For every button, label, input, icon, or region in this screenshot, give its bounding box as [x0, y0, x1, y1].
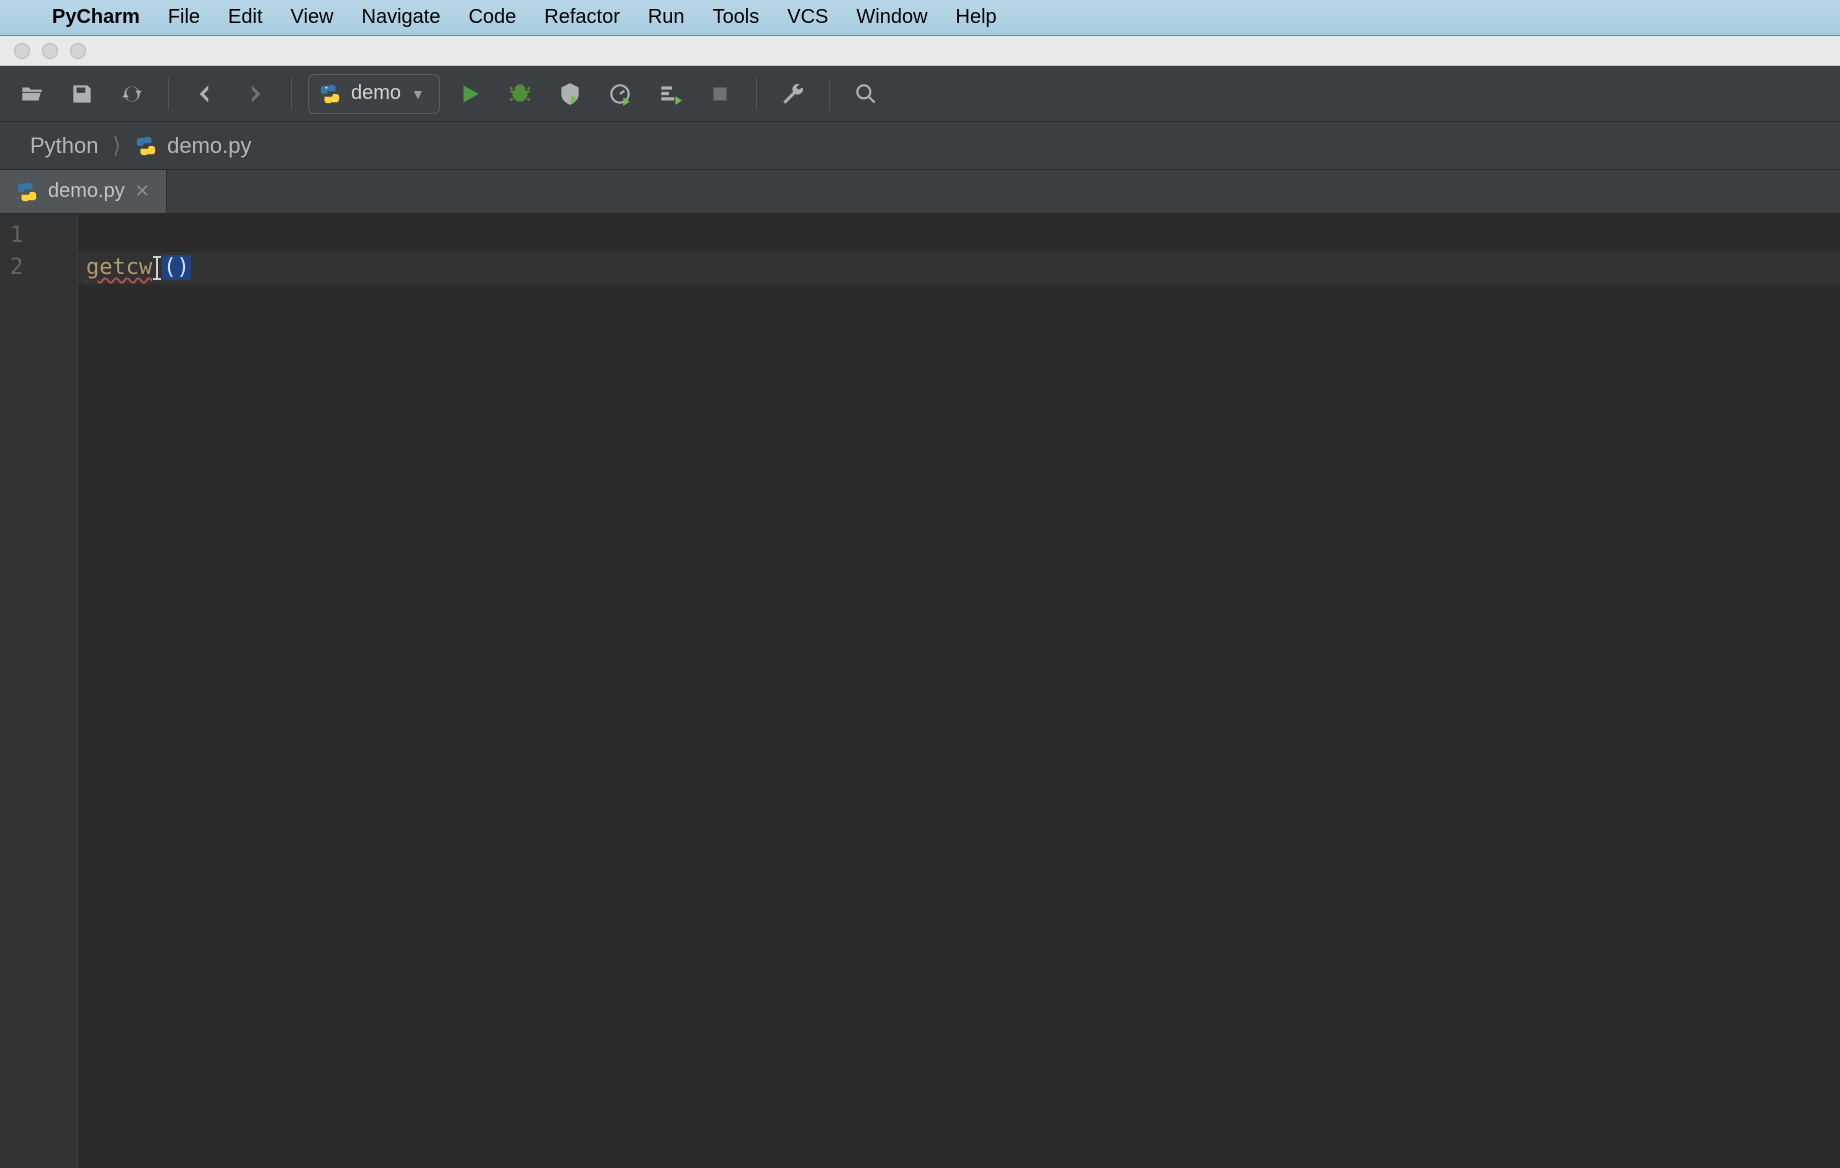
code-line[interactable] [78, 220, 1840, 252]
concurrency-button[interactable] [650, 74, 690, 114]
separator [756, 78, 757, 110]
debug-button[interactable] [500, 74, 540, 114]
breadcrumb-root-label: Python [30, 133, 99, 159]
search-icon [853, 81, 879, 107]
main-toolbar: demo ▼ [0, 66, 1840, 122]
stop-icon [707, 81, 733, 107]
traffic-zoom-icon[interactable] [70, 43, 86, 59]
separator [291, 78, 292, 110]
arrow-left-icon [192, 81, 218, 107]
menu-file[interactable]: File [168, 6, 200, 29]
run-coverage-button[interactable] [550, 74, 590, 114]
play-icon [457, 81, 483, 107]
code-line[interactable]: getcw () [78, 252, 1840, 284]
search-everywhere-button[interactable] [846, 74, 886, 114]
save-icon [69, 81, 95, 107]
menu-refactor[interactable]: Refactor [544, 6, 620, 29]
editor-content[interactable]: getcw () [78, 214, 1840, 1168]
nav-forward-button[interactable] [235, 74, 275, 114]
app-menu[interactable]: PyCharm [52, 6, 140, 29]
nav-back-button[interactable] [185, 74, 225, 114]
separator [829, 78, 830, 110]
settings-button[interactable] [773, 74, 813, 114]
menu-code[interactable]: Code [468, 6, 516, 29]
breadcrumb-file-label: demo.py [167, 133, 251, 159]
text-caret-icon [150, 256, 164, 280]
breadcrumb-root[interactable]: Python [20, 129, 109, 163]
code-token-func: getcw [86, 255, 152, 280]
line-number: 2 [0, 252, 77, 284]
editor-gutter: 1 2 [0, 214, 78, 1168]
chevron-down-icon: ▼ [411, 86, 425, 102]
editor-tab[interactable]: demo.py ✕ [0, 170, 167, 213]
menu-view[interactable]: View [291, 6, 334, 29]
stop-button[interactable] [700, 74, 740, 114]
folder-open-icon [19, 81, 45, 107]
separator [168, 78, 169, 110]
profiler-icon [607, 81, 633, 107]
profile-button[interactable] [600, 74, 640, 114]
sync-button[interactable] [112, 74, 152, 114]
coverage-icon [557, 81, 583, 107]
breadcrumb: Python ⟩ demo.py [0, 122, 1840, 170]
breadcrumb-file[interactable]: demo.py [125, 129, 261, 163]
line-number: 1 [0, 220, 77, 252]
code-token-parens: () [162, 255, 191, 280]
traffic-close-icon[interactable] [14, 43, 30, 59]
macos-menubar: PyCharm File Edit View Navigate Code Ref… [0, 0, 1840, 36]
python-icon [319, 83, 341, 105]
menu-navigate[interactable]: Navigate [362, 6, 441, 29]
run-config-label: demo [351, 82, 401, 105]
window-titlebar [0, 36, 1840, 66]
concurrency-icon [657, 81, 683, 107]
editor-tab-label: demo.py [48, 180, 125, 203]
menu-help[interactable]: Help [956, 6, 997, 29]
bug-icon [507, 81, 533, 107]
arrow-right-icon [242, 81, 268, 107]
python-file-icon [135, 135, 157, 157]
menu-run[interactable]: Run [648, 6, 685, 29]
chevron-right-icon: ⟩ [113, 133, 122, 159]
refresh-icon [119, 81, 145, 107]
close-tab-icon[interactable]: ✕ [135, 181, 150, 202]
menu-vcs[interactable]: VCS [787, 6, 828, 29]
menu-window[interactable]: Window [856, 6, 927, 29]
open-button[interactable] [12, 74, 52, 114]
menu-edit[interactable]: Edit [228, 6, 262, 29]
run-button[interactable] [450, 74, 490, 114]
code-editor[interactable]: 1 2 getcw () [0, 214, 1840, 1168]
wrench-icon [780, 81, 806, 107]
python-file-icon [16, 181, 38, 203]
run-config-selector[interactable]: demo ▼ [308, 74, 440, 114]
traffic-minimize-icon[interactable] [42, 43, 58, 59]
editor-tab-bar: demo.py ✕ [0, 170, 1840, 214]
menu-tools[interactable]: Tools [713, 6, 760, 29]
save-button[interactable] [62, 74, 102, 114]
ide-window: demo ▼ Python [0, 66, 1840, 1168]
